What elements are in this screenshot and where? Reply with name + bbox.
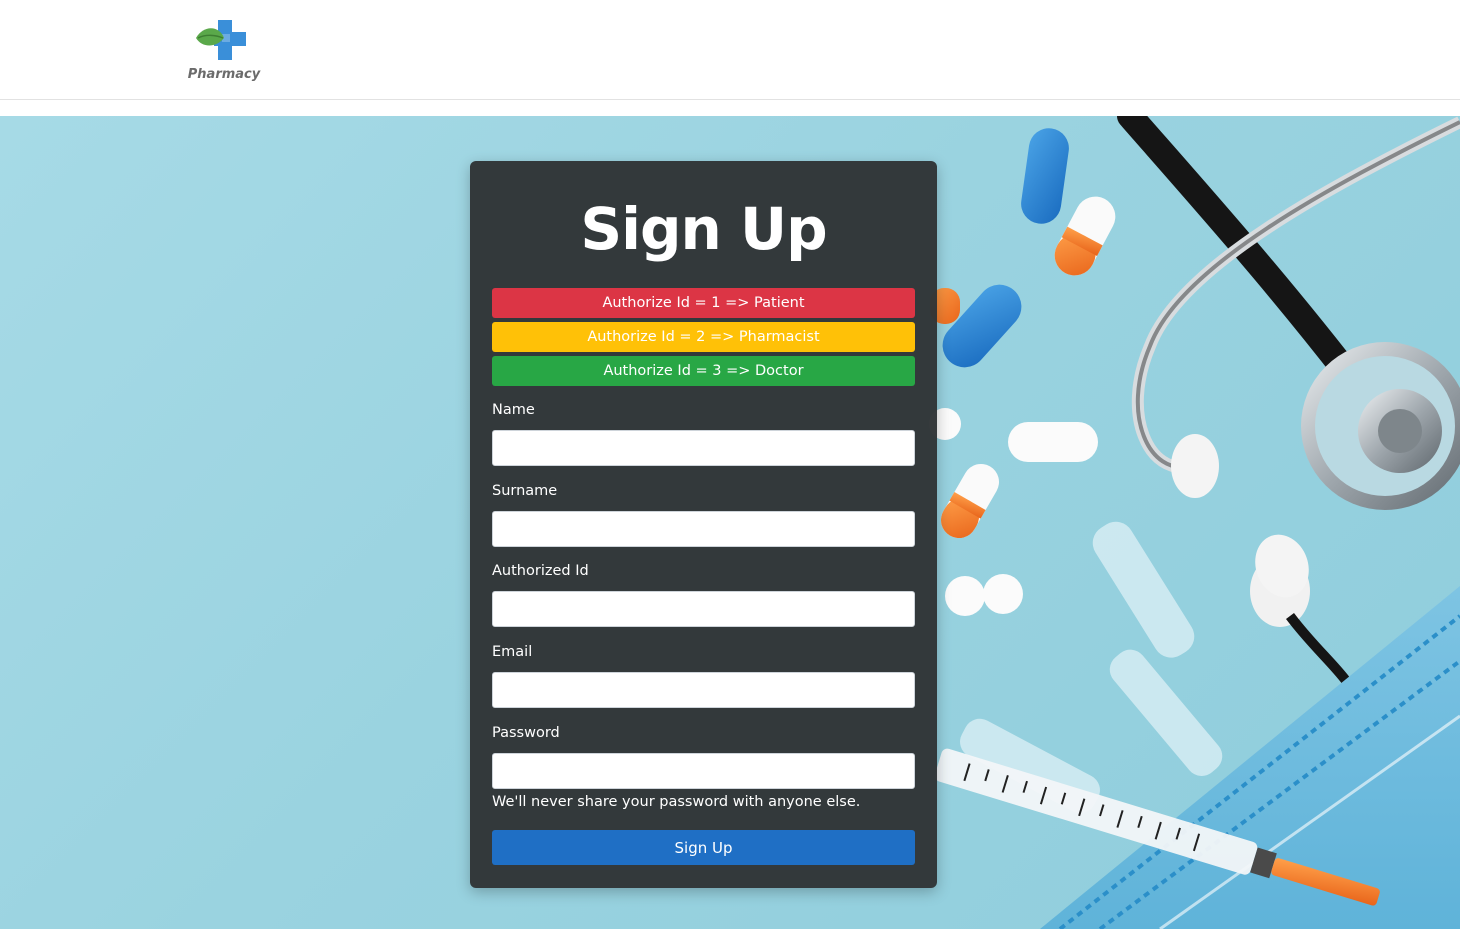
pharmacy-cross-leaf-icon [196,20,246,60]
email-label: Email [492,644,533,660]
sign-up-button[interactable]: Sign Up [492,830,915,865]
surname-input[interactable] [492,511,915,547]
role-badge-doctor: Authorize Id = 3 => Doctor [492,356,915,386]
authorized-id-input[interactable] [492,591,915,627]
brand-name: Pharmacy [187,67,261,82]
form-title: Sign Up [580,195,827,263]
name-input[interactable] [492,430,915,466]
surname-label: Surname [492,483,558,499]
top-navbar: Pharmacy [0,0,1460,100]
password-help-text: We'll never share your password with any… [492,794,861,810]
brand-logo[interactable]: Pharmacy [186,14,262,86]
signup-form: Sign Up Authorize Id = 1 => Patient Auth… [470,161,937,888]
name-label: Name [492,402,535,418]
role-badge-patient: Authorize Id = 1 => Patient [492,288,915,318]
authorized-id-label: Authorized Id [492,563,589,579]
password-input[interactable] [492,753,915,789]
role-badge-pharmacist: Authorize Id = 2 => Pharmacist [492,322,915,352]
password-label: Password [492,725,560,741]
email-input[interactable] [492,672,915,708]
